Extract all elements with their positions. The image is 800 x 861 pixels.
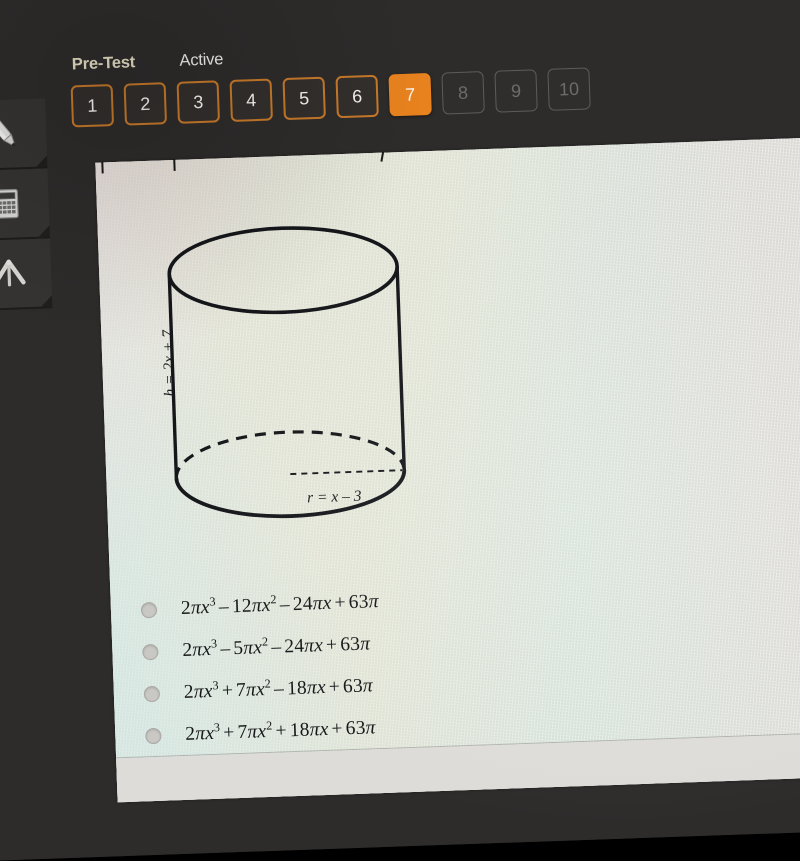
status-badge: Active bbox=[179, 50, 223, 70]
assignment-status-bar: Pre-Test Active bbox=[72, 50, 224, 74]
radio-button-b[interactable] bbox=[142, 644, 159, 661]
calculator-icon bbox=[0, 183, 27, 224]
answer-expression-b: 2πx3–5πx2–24πx+63π bbox=[182, 633, 370, 662]
radius-label: r = x – 3 bbox=[307, 488, 362, 508]
compass-tool-button[interactable] bbox=[0, 238, 52, 311]
clipped-text-descender bbox=[380, 152, 384, 162]
question-button-2[interactable]: 2 bbox=[124, 82, 167, 125]
question-panel: h = 2x + 7 r = x – 3 2πx3–12πx2–24πx+63π… bbox=[95, 136, 800, 802]
answer-expression-a: 2πx3–12πx2–24πx+63π bbox=[181, 591, 379, 620]
radio-button-c[interactable] bbox=[144, 686, 161, 703]
question-navigation[interactable]: 12345678910 bbox=[71, 67, 591, 127]
highlighter-tool-button[interactable] bbox=[0, 98, 47, 171]
question-button-9: 9 bbox=[494, 69, 537, 112]
question-button-10: 10 bbox=[547, 67, 590, 110]
highlighter-icon bbox=[0, 113, 25, 154]
clipped-text-descender bbox=[101, 161, 103, 173]
answer-expression-d: 2πx3+7πx2+18πx+63π bbox=[185, 717, 376, 746]
question-button-6[interactable]: 6 bbox=[335, 75, 378, 118]
radio-button-d[interactable] bbox=[145, 728, 162, 745]
answer-options[interactable]: 2πx3–12πx2–24πx+63π 2πx3–5πx2–24πx+63π 2πx… bbox=[140, 575, 566, 758]
answer-expression-c: 2πx3+7πx2–18πx+63π bbox=[183, 675, 373, 704]
compass-icon bbox=[0, 253, 33, 295]
cylinder-diagram: h = 2x + 7 r = x – 3 bbox=[146, 216, 477, 557]
assignment-label: Pre-Test bbox=[72, 53, 136, 73]
question-button-1[interactable]: 1 bbox=[71, 84, 114, 127]
question-button-5[interactable]: 5 bbox=[282, 77, 325, 120]
question-button-3[interactable]: 3 bbox=[177, 80, 220, 123]
radio-button-a[interactable] bbox=[141, 602, 158, 619]
clipped-text-descender bbox=[173, 159, 175, 171]
screen-photo: Multiplication of Polynomials Pre-Test A… bbox=[0, 0, 800, 861]
panel-surface: h = 2x + 7 r = x – 3 2πx3–12πx2–24πx+63π… bbox=[95, 136, 800, 802]
question-button-7[interactable]: 7 bbox=[388, 73, 431, 116]
calculator-tool-button[interactable] bbox=[0, 168, 50, 241]
question-button-8: 8 bbox=[441, 71, 484, 114]
question-button-4[interactable]: 4 bbox=[230, 78, 273, 121]
height-label: h = 2x + 7 bbox=[159, 330, 179, 397]
tool-rail bbox=[0, 98, 52, 311]
